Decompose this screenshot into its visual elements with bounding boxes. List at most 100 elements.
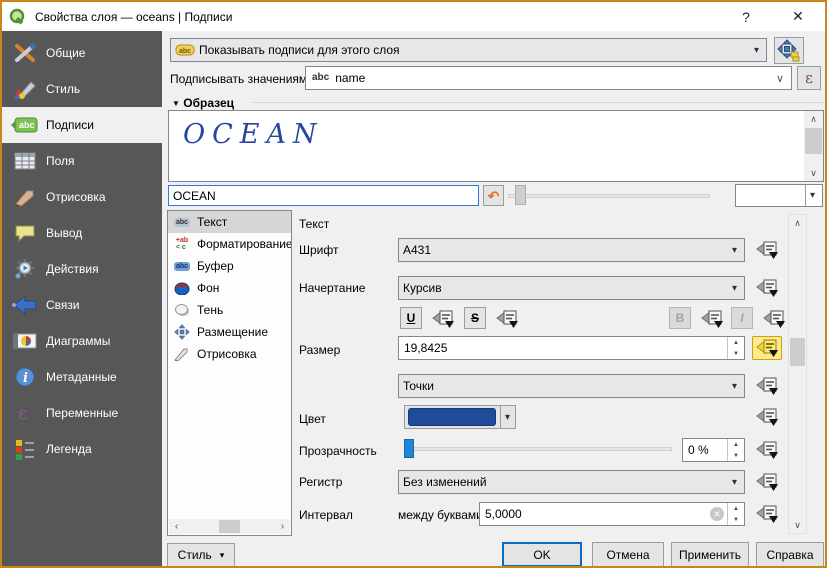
scroll-down-icon[interactable]: ∨ bbox=[789, 517, 806, 533]
automated-placement-settings-button[interactable] bbox=[774, 37, 804, 64]
sidebar-item-rendering[interactable]: Отрисовка bbox=[2, 179, 162, 215]
spacing-spinbox[interactable]: 5,0000 ✕ ▲▼ bbox=[479, 502, 745, 526]
style-menu-button[interactable]: Стиль ▾ bbox=[167, 543, 235, 567]
close-button[interactable]: ✕ bbox=[781, 2, 815, 31]
panel-scrollbar[interactable]: ∧ ∨ bbox=[788, 214, 807, 534]
sidebar-item-general[interactable]: Общие bbox=[2, 35, 162, 71]
opacity-override-button[interactable] bbox=[752, 438, 782, 462]
expression-builder-button[interactable]: ε bbox=[797, 66, 821, 90]
help-titlebar-button[interactable]: ? bbox=[729, 2, 763, 31]
sample-text-input[interactable] bbox=[168, 185, 479, 206]
scroll-up-icon[interactable]: ∧ bbox=[789, 215, 806, 231]
preview-background-select[interactable]: ▾ bbox=[735, 184, 823, 207]
size-units-select[interactable]: Точки ▾ bbox=[398, 374, 745, 398]
spinner[interactable]: ▲▼ bbox=[727, 503, 744, 525]
chart-icon bbox=[10, 329, 40, 353]
spinner[interactable]: ▲▼ bbox=[727, 439, 744, 461]
scroll-right-icon[interactable]: › bbox=[275, 521, 290, 532]
style-override-button[interactable] bbox=[752, 276, 782, 300]
bold-button[interactable]: B bbox=[669, 307, 691, 329]
sidebar-item-joins[interactable]: Связи bbox=[2, 287, 162, 323]
style-select[interactable]: Курсив ▾ bbox=[398, 276, 745, 300]
apply-button[interactable]: Применить bbox=[671, 542, 749, 567]
sidebar-item-label: Стиль bbox=[46, 82, 80, 96]
size-override-button-active[interactable] bbox=[752, 336, 782, 360]
scrollbar-thumb[interactable] bbox=[790, 338, 805, 366]
slider-handle[interactable] bbox=[515, 185, 526, 205]
strikeout-button[interactable]: S bbox=[464, 307, 486, 329]
case-override-button[interactable] bbox=[752, 470, 782, 494]
sidebar-item-label: Связи bbox=[46, 298, 80, 312]
preview-scrollbar[interactable]: ∧ ∨ bbox=[804, 111, 823, 181]
sample-group-toggle[interactable]: ▼ Образец bbox=[172, 96, 234, 110]
scrollbar-thumb[interactable] bbox=[805, 128, 822, 154]
ok-button[interactable]: OK bbox=[502, 542, 582, 567]
list-horizontal-scrollbar[interactable]: ‹ › bbox=[169, 519, 290, 534]
label-component-list: abc Текст +ab< c Форматирование abc Буфе… bbox=[167, 210, 292, 536]
italic-label: I bbox=[740, 311, 743, 325]
svg-text:abc: abc bbox=[19, 120, 35, 130]
sidebar-item-diagrams[interactable]: Диаграммы bbox=[2, 323, 162, 359]
scroll-down-icon[interactable]: ∨ bbox=[804, 165, 823, 181]
label-mode-select[interactable]: abc Показывать подписи для этого слоя ▾ bbox=[170, 38, 767, 62]
italic-override-button[interactable] bbox=[759, 307, 789, 331]
spin-down-icon[interactable]: ▼ bbox=[728, 450, 744, 461]
sidebar-item-fields[interactable]: Поля bbox=[2, 143, 162, 179]
font-select[interactable]: A431 ▾ bbox=[398, 238, 745, 262]
size-label: Размер bbox=[299, 343, 340, 357]
sidebar-item-label: Переменные bbox=[46, 406, 118, 420]
sidebar-item-metadata[interactable]: i Метаданные bbox=[2, 359, 162, 395]
list-item-background[interactable]: Фон bbox=[168, 277, 291, 299]
strikeout-override-button[interactable] bbox=[492, 307, 522, 331]
clear-icon[interactable]: ✕ bbox=[710, 507, 724, 521]
preview-size-slider[interactable] bbox=[508, 194, 710, 198]
label-mode-value: Показывать подписи для этого слоя bbox=[199, 43, 751, 57]
scroll-left-icon[interactable]: ‹ bbox=[169, 521, 184, 532]
reset-sample-button[interactable]: ↶ bbox=[483, 185, 504, 206]
sidebar-item-labels[interactable]: abc Подписи bbox=[2, 107, 162, 143]
italic-button[interactable]: I bbox=[731, 307, 753, 329]
sidebar-item-actions[interactable]: Действия bbox=[2, 251, 162, 287]
hscroll-track[interactable] bbox=[184, 519, 275, 534]
color-button[interactable]: ▾ bbox=[404, 405, 516, 429]
qgis-logo-icon bbox=[9, 8, 27, 26]
list-item-label: Форматирование bbox=[197, 237, 291, 251]
sidebar-item-display[interactable]: Вывод bbox=[2, 215, 162, 251]
spin-up-icon[interactable]: ▲ bbox=[728, 503, 744, 514]
color-override-button[interactable] bbox=[752, 405, 782, 429]
bold-override-button[interactable] bbox=[697, 307, 727, 331]
opacity-spinbox[interactable]: 0 % ▲▼ bbox=[682, 438, 745, 462]
sidebar-item-style[interactable]: Стиль bbox=[2, 71, 162, 107]
sidebar-item-variables[interactable]: ε Переменные bbox=[2, 395, 162, 431]
chevron-down-icon: ▾ bbox=[729, 245, 740, 256]
spinner[interactable]: ▲▼ bbox=[727, 337, 744, 359]
sample-group-label: Образец bbox=[183, 96, 234, 110]
spin-up-icon[interactable]: ▲ bbox=[728, 337, 744, 348]
spin-up-icon[interactable]: ▲ bbox=[728, 439, 744, 450]
opacity-slider[interactable] bbox=[404, 447, 672, 451]
cancel-button[interactable]: Отмена bbox=[592, 542, 664, 567]
help-button[interactable]: Справка bbox=[756, 542, 824, 567]
underline-button[interactable]: U bbox=[400, 307, 422, 329]
font-override-button[interactable] bbox=[752, 238, 782, 262]
scroll-up-icon[interactable]: ∧ bbox=[804, 111, 823, 127]
sidebar: Общие Стиль abc Подписи Поля Отрисовка В… bbox=[2, 31, 162, 566]
units-override-button[interactable] bbox=[752, 374, 782, 398]
size-spinbox[interactable]: 19,8425 ▲▼ bbox=[398, 336, 745, 360]
chevron-down-icon: ▾ bbox=[751, 45, 762, 56]
list-item-formatting[interactable]: +ab< c Форматирование bbox=[168, 233, 291, 255]
sidebar-item-legend[interactable]: Легенда bbox=[2, 431, 162, 467]
spin-down-icon[interactable]: ▼ bbox=[728, 514, 744, 525]
list-item-shadow[interactable]: Тень bbox=[168, 299, 291, 321]
list-item-placement[interactable]: Размещение bbox=[168, 321, 291, 343]
underline-override-button[interactable] bbox=[428, 307, 458, 331]
case-select[interactable]: Без изменений ▾ bbox=[398, 470, 745, 494]
list-item-rendering[interactable]: Отрисовка bbox=[168, 343, 291, 365]
list-item-buffer[interactable]: abc Буфер bbox=[168, 255, 291, 277]
opacity-slider-handle[interactable] bbox=[404, 439, 414, 458]
label-field-select[interactable]: abc name ∨ bbox=[305, 66, 792, 90]
list-item-text[interactable]: abc Текст bbox=[168, 211, 291, 233]
spin-down-icon[interactable]: ▼ bbox=[728, 348, 744, 359]
spacing-override-button[interactable] bbox=[752, 502, 782, 526]
hscroll-thumb[interactable] bbox=[219, 520, 241, 533]
